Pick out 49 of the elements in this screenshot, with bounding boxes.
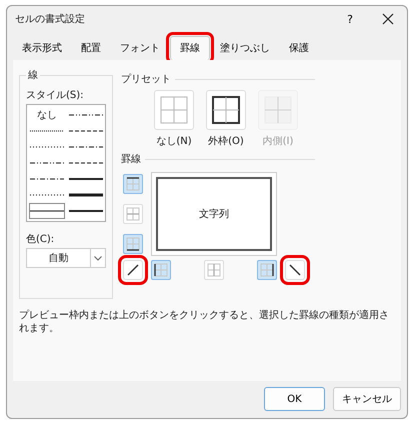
color-label: 色(C): bbox=[26, 233, 56, 246]
diagonal-line-icon bbox=[287, 262, 303, 278]
chevron-down-icon bbox=[94, 256, 102, 260]
preset-label: なし(N) bbox=[156, 135, 192, 148]
hint-text: プレビュー枠内または上のボタンをクリックすると、選択した罫線の種類が適用されます。 bbox=[19, 309, 390, 335]
border-button[interactable] bbox=[123, 174, 143, 194]
border-preset-icon bbox=[159, 95, 189, 125]
preset-label: 外枠(O) bbox=[208, 134, 244, 148]
line-style-icon bbox=[30, 144, 64, 150]
line-style-icon bbox=[69, 160, 103, 166]
close-icon bbox=[382, 13, 394, 25]
border-button[interactable] bbox=[151, 260, 171, 280]
dialog-button[interactable]: キャンセル bbox=[333, 387, 401, 411]
line-style-option[interactable]: なし bbox=[29, 107, 65, 123]
group-title: 線 bbox=[27, 69, 39, 82]
diagonal-line-icon bbox=[125, 262, 141, 278]
tab[interactable]: 保護 bbox=[280, 36, 318, 60]
section-title: プリセット bbox=[121, 72, 171, 86]
border-button[interactable] bbox=[257, 260, 277, 280]
line-style-icon bbox=[69, 144, 103, 150]
line-style-option[interactable] bbox=[29, 203, 65, 219]
border-preset-icon bbox=[263, 95, 293, 125]
preset-button[interactable] bbox=[206, 90, 246, 130]
border-preview[interactable]: 文字列 bbox=[151, 172, 277, 256]
tab[interactable]: 塗りつぶし bbox=[211, 36, 279, 60]
line-style-icon bbox=[30, 208, 64, 214]
line-style-icon bbox=[69, 192, 103, 198]
line-style-list[interactable]: なし bbox=[26, 104, 106, 222]
dialog-button[interactable]: OK bbox=[264, 387, 325, 411]
color-dropdown[interactable]: 自動 bbox=[26, 248, 106, 268]
preset-label: 内側(I) bbox=[262, 134, 294, 148]
tab[interactable]: フォント bbox=[111, 36, 169, 60]
line-style-icon bbox=[69, 208, 103, 214]
border-preset-icon bbox=[211, 95, 241, 125]
line-style-icon bbox=[30, 176, 64, 182]
border-button[interactable] bbox=[123, 234, 143, 254]
line-style-icon bbox=[69, 112, 103, 118]
tab[interactable]: 表示形式 bbox=[13, 36, 71, 60]
line-style-icon bbox=[69, 176, 103, 182]
help-button[interactable]: ? bbox=[331, 6, 369, 32]
line-style-icon bbox=[69, 128, 103, 134]
style-label: スタイル(S): bbox=[26, 89, 85, 102]
preview-text: 文字列 bbox=[199, 208, 229, 221]
line-style-icon bbox=[30, 192, 64, 198]
line-style-icon bbox=[30, 128, 64, 134]
tab[interactable]: 配置 bbox=[72, 36, 110, 60]
window-title: セルの書式設定 bbox=[15, 12, 85, 26]
section-title: 罫線 bbox=[121, 153, 141, 166]
line-style-icon bbox=[30, 160, 64, 166]
